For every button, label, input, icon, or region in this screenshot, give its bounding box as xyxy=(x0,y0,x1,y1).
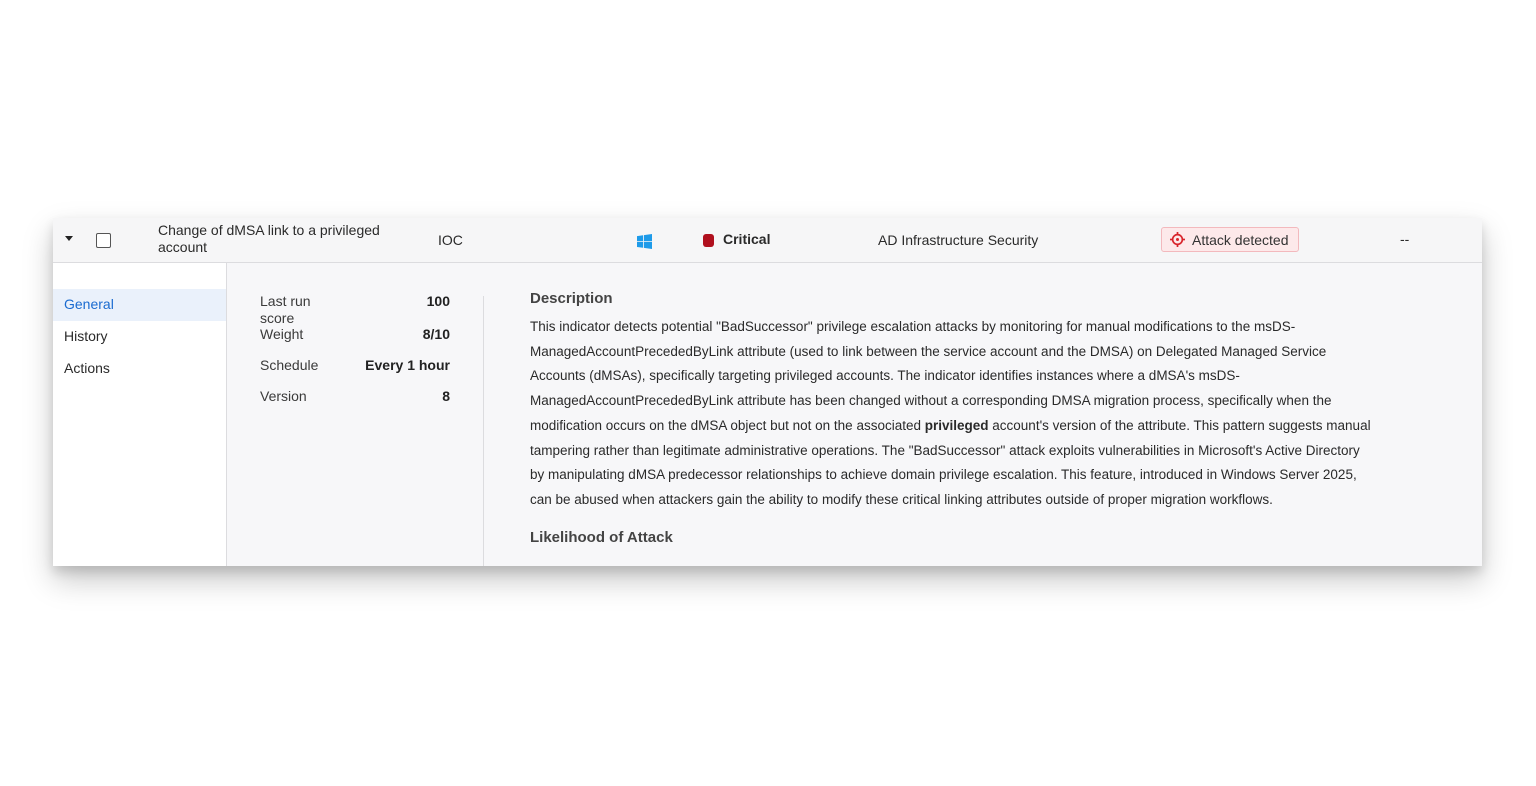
extra-value: -- xyxy=(1400,231,1410,247)
prop-label: Schedule xyxy=(260,357,319,373)
indicator-row[interactable]: Change of dMSA link to a privileged acco… xyxy=(53,218,1482,263)
severity-label: Critical xyxy=(723,231,771,247)
severity-indicator xyxy=(703,234,714,247)
description-bold-word: privileged xyxy=(924,417,989,433)
detail-nav: General History Actions xyxy=(53,263,227,566)
nav-item-history[interactable]: History xyxy=(53,321,226,353)
description-text-part: This indicator detects potential "BadSuc… xyxy=(530,319,1332,433)
indicator-category: AD Infrastructure Security xyxy=(878,232,1039,248)
prop-value: 8 xyxy=(442,388,450,404)
prop-label: Weight xyxy=(260,326,304,342)
status-badge: Attack detected xyxy=(1161,227,1299,252)
windows-icon xyxy=(637,234,652,249)
prop-label: Last run score xyxy=(260,293,311,326)
prop-value: Every 1 hour xyxy=(365,357,450,373)
indicator-type: IOC xyxy=(438,232,463,248)
indicator-name: Change of dMSA link to a privileged acco… xyxy=(158,222,380,255)
detail-content: Last run score 100 Weight 8/10 Schedule … xyxy=(227,263,1482,566)
vertical-divider xyxy=(483,296,484,566)
description-title: Description xyxy=(530,290,613,307)
row-checkbox[interactable] xyxy=(96,233,111,248)
prop-value: 8/10 xyxy=(422,326,450,342)
caret-down-icon[interactable] xyxy=(65,236,73,241)
description-section: Description This indicator detects poten… xyxy=(530,290,1375,546)
nav-item-general[interactable]: General xyxy=(53,289,226,321)
indicator-card: Change of dMSA link to a privileged acco… xyxy=(53,218,1482,566)
crosshair-icon xyxy=(1170,232,1185,247)
likelihood-heading: Likelihood of Attack xyxy=(530,528,673,546)
description-text: This indicator detects potential "BadSuc… xyxy=(530,315,1375,513)
status-label: Attack detected xyxy=(1192,231,1289,248)
nav-item-actions[interactable]: Actions xyxy=(53,353,226,385)
prop-label: Version xyxy=(260,388,307,404)
prop-value: 100 xyxy=(426,293,450,309)
